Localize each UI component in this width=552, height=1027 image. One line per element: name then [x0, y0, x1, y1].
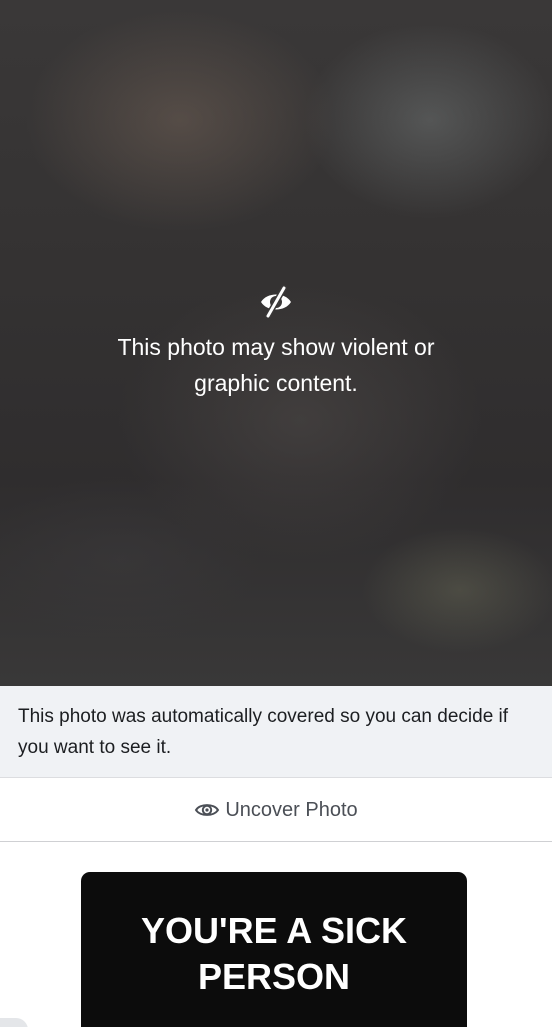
- blurred-photo-cover[interactable]: This photo may show violent or graphic c…: [0, 0, 552, 686]
- partial-ui-element: [0, 1018, 28, 1027]
- auto-cover-notice: This photo was automatically covered so …: [0, 686, 552, 778]
- sensitive-content-warning: This photo may show violent or graphic c…: [0, 284, 552, 401]
- uncover-photo-button[interactable]: Uncover Photo: [0, 779, 552, 842]
- screen: This photo may show violent or graphic c…: [0, 0, 552, 1027]
- warning-message: This photo may show violent or graphic c…: [117, 334, 435, 396]
- uncover-photo-label: Uncover Photo: [225, 798, 358, 821]
- comment-background-post: YOU'RE A SICK PERSON: [81, 872, 467, 1027]
- eye-icon: [195, 804, 220, 816]
- notice-text: This photo was automatically covered so …: [18, 706, 509, 758]
- eye-slash-icon: [261, 285, 291, 318]
- comment-text: YOU'RE A SICK PERSON: [141, 910, 407, 997]
